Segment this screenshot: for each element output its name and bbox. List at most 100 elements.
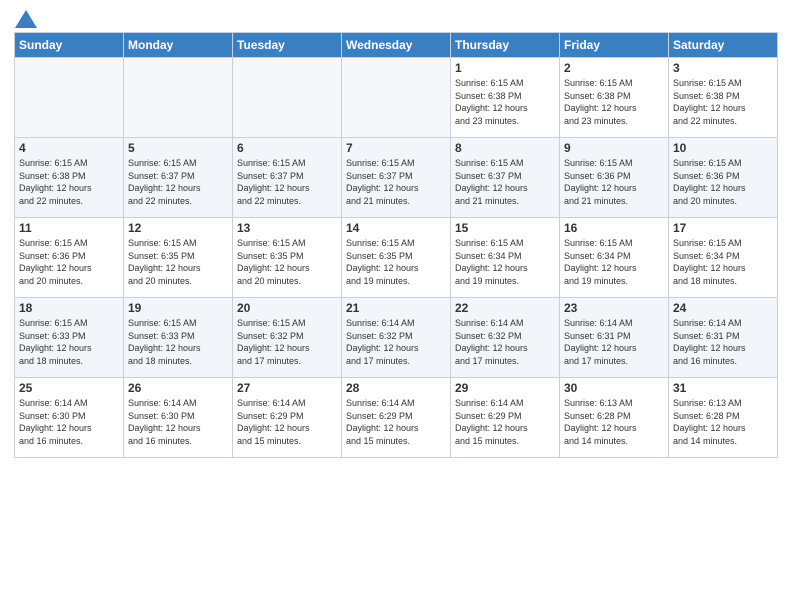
day-info: Sunrise: 6:14 AM Sunset: 6:32 PM Dayligh… <box>455 317 555 367</box>
day-number: 4 <box>19 141 119 155</box>
calendar-cell: 14 Sunrise: 6:15 AM Sunset: 6:35 PM Dayli… <box>342 218 451 298</box>
calendar-cell: 22 Sunrise: 6:14 AM Sunset: 6:32 PM Dayli… <box>451 298 560 378</box>
day-info: Sunrise: 6:14 AM Sunset: 6:32 PM Dayligh… <box>346 317 446 367</box>
day-number: 14 <box>346 221 446 235</box>
day-number: 7 <box>346 141 446 155</box>
day-info: Sunrise: 6:14 AM Sunset: 6:29 PM Dayligh… <box>346 397 446 447</box>
day-number: 24 <box>673 301 773 315</box>
calendar-cell: 25Sunrise: 6:14 AM Sunset: 6:30 PM Dayli… <box>15 378 124 458</box>
day-number: 5 <box>128 141 228 155</box>
calendar-cell: 5 Sunrise: 6:15 AM Sunset: 6:37 PM Daylig… <box>124 138 233 218</box>
calendar-cell <box>342 58 451 138</box>
calendar-cell: 6Sunrise: 6:15 AM Sunset: 6:37 PM Daylig… <box>233 138 342 218</box>
calendar-cell <box>15 58 124 138</box>
calendar-day-header: Tuesday <box>233 33 342 58</box>
calendar-week-row: 1 Sunrise: 6:15 AM Sunset: 6:38 PM Daylig… <box>15 58 778 138</box>
calendar-cell: 1 Sunrise: 6:15 AM Sunset: 6:38 PM Daylig… <box>451 58 560 138</box>
day-info: Sunrise: 6:15 AM Sunset: 6:34 PM Dayligh… <box>455 237 555 287</box>
calendar-cell <box>124 58 233 138</box>
calendar-day-header: Wednesday <box>342 33 451 58</box>
day-number: 28 <box>346 381 446 395</box>
day-number: 8 <box>455 141 555 155</box>
day-number: 25 <box>19 381 119 395</box>
day-info: Sunrise: 6:14 AM Sunset: 6:29 PM Dayligh… <box>455 397 555 447</box>
calendar-cell: 31 Sunrise: 6:13 AM Sunset: 6:28 PM Dayli… <box>669 378 778 458</box>
day-number: 3 <box>673 61 773 75</box>
calendar-day-header: Monday <box>124 33 233 58</box>
day-info: Sunrise: 6:14 AM Sunset: 6:29 PM Dayligh… <box>237 397 337 447</box>
day-info: Sunrise: 6:15 AM Sunset: 6:37 PM Dayligh… <box>346 157 446 207</box>
calendar-cell: 26Sunrise: 6:14 AM Sunset: 6:30 PM Dayli… <box>124 378 233 458</box>
calendar-table: SundayMondayTuesdayWednesdayThursdayFrid… <box>14 32 778 458</box>
day-number: 17 <box>673 221 773 235</box>
day-info: Sunrise: 6:15 AM Sunset: 6:38 PM Dayligh… <box>455 77 555 127</box>
day-number: 27 <box>237 381 337 395</box>
day-number: 29 <box>455 381 555 395</box>
calendar-cell: 23 Sunrise: 6:14 AM Sunset: 6:31 PM Dayli… <box>560 298 669 378</box>
calendar-cell: 16Sunrise: 6:15 AM Sunset: 6:34 PM Dayli… <box>560 218 669 298</box>
calendar-cell: 9 Sunrise: 6:15 AM Sunset: 6:36 PM Daylig… <box>560 138 669 218</box>
day-info: Sunrise: 6:15 AM Sunset: 6:38 PM Dayligh… <box>19 157 119 207</box>
calendar-day-header: Saturday <box>669 33 778 58</box>
calendar-cell: 12Sunrise: 6:15 AM Sunset: 6:35 PM Dayli… <box>124 218 233 298</box>
day-number: 11 <box>19 221 119 235</box>
calendar-cell: 19 Sunrise: 6:15 AM Sunset: 6:33 PM Dayli… <box>124 298 233 378</box>
calendar-cell: 20Sunrise: 6:15 AM Sunset: 6:32 PM Dayli… <box>233 298 342 378</box>
calendar-cell: 7 Sunrise: 6:15 AM Sunset: 6:37 PM Daylig… <box>342 138 451 218</box>
day-info: Sunrise: 6:15 AM Sunset: 6:32 PM Dayligh… <box>237 317 337 367</box>
calendar-cell: 30Sunrise: 6:13 AM Sunset: 6:28 PM Dayli… <box>560 378 669 458</box>
calendar-cell: 8 Sunrise: 6:15 AM Sunset: 6:37 PM Daylig… <box>451 138 560 218</box>
day-info: Sunrise: 6:15 AM Sunset: 6:35 PM Dayligh… <box>237 237 337 287</box>
calendar-cell: 3 Sunrise: 6:15 AM Sunset: 6:38 PM Daylig… <box>669 58 778 138</box>
calendar-cell: 18 Sunrise: 6:15 AM Sunset: 6:33 PM Dayli… <box>15 298 124 378</box>
day-number: 31 <box>673 381 773 395</box>
calendar-day-header: Sunday <box>15 33 124 58</box>
calendar-cell: 11 Sunrise: 6:15 AM Sunset: 6:36 PM Dayli… <box>15 218 124 298</box>
calendar-cell: 27 Sunrise: 6:14 AM Sunset: 6:29 PM Dayli… <box>233 378 342 458</box>
calendar-cell: 4 Sunrise: 6:15 AM Sunset: 6:38 PM Daylig… <box>15 138 124 218</box>
day-number: 18 <box>19 301 119 315</box>
day-info: Sunrise: 6:15 AM Sunset: 6:38 PM Dayligh… <box>564 77 664 127</box>
day-number: 12 <box>128 221 228 235</box>
calendar-cell: 21 Sunrise: 6:14 AM Sunset: 6:32 PM Dayli… <box>342 298 451 378</box>
day-number: 19 <box>128 301 228 315</box>
calendar-week-row: 18 Sunrise: 6:15 AM Sunset: 6:33 PM Dayli… <box>15 298 778 378</box>
day-info: Sunrise: 6:15 AM Sunset: 6:36 PM Dayligh… <box>19 237 119 287</box>
calendar-week-row: 4 Sunrise: 6:15 AM Sunset: 6:38 PM Daylig… <box>15 138 778 218</box>
main-container: SundayMondayTuesdayWednesdayThursdayFrid… <box>0 0 792 468</box>
calendar-day-header: Friday <box>560 33 669 58</box>
day-info: Sunrise: 6:15 AM Sunset: 6:34 PM Dayligh… <box>673 237 773 287</box>
day-info: Sunrise: 6:15 AM Sunset: 6:38 PM Dayligh… <box>673 77 773 127</box>
day-info: Sunrise: 6:15 AM Sunset: 6:37 PM Dayligh… <box>237 157 337 207</box>
day-info: Sunrise: 6:15 AM Sunset: 6:37 PM Dayligh… <box>128 157 228 207</box>
calendar-cell: 15 Sunrise: 6:15 AM Sunset: 6:34 PM Dayli… <box>451 218 560 298</box>
page-header <box>14 10 778 24</box>
calendar-cell: 13 Sunrise: 6:15 AM Sunset: 6:35 PM Dayli… <box>233 218 342 298</box>
calendar-cell: 17 Sunrise: 6:15 AM Sunset: 6:34 PM Dayli… <box>669 218 778 298</box>
day-number: 23 <box>564 301 664 315</box>
calendar-cell: 10Sunrise: 6:15 AM Sunset: 6:36 PM Dayli… <box>669 138 778 218</box>
day-info: Sunrise: 6:14 AM Sunset: 6:31 PM Dayligh… <box>673 317 773 367</box>
day-info: Sunrise: 6:14 AM Sunset: 6:30 PM Dayligh… <box>128 397 228 447</box>
day-info: Sunrise: 6:15 AM Sunset: 6:37 PM Dayligh… <box>455 157 555 207</box>
day-number: 21 <box>346 301 446 315</box>
day-number: 13 <box>237 221 337 235</box>
day-info: Sunrise: 6:15 AM Sunset: 6:33 PM Dayligh… <box>19 317 119 367</box>
calendar-cell: 24 Sunrise: 6:14 AM Sunset: 6:31 PM Dayli… <box>669 298 778 378</box>
day-number: 10 <box>673 141 773 155</box>
calendar-day-header: Thursday <box>451 33 560 58</box>
day-info: Sunrise: 6:13 AM Sunset: 6:28 PM Dayligh… <box>673 397 773 447</box>
day-number: 22 <box>455 301 555 315</box>
day-info: Sunrise: 6:15 AM Sunset: 6:36 PM Dayligh… <box>564 157 664 207</box>
day-info: Sunrise: 6:14 AM Sunset: 6:31 PM Dayligh… <box>564 317 664 367</box>
day-info: Sunrise: 6:15 AM Sunset: 6:35 PM Dayligh… <box>346 237 446 287</box>
calendar-header-row: SundayMondayTuesdayWednesdayThursdayFrid… <box>15 33 778 58</box>
logo-icon <box>15 10 37 28</box>
day-number: 15 <box>455 221 555 235</box>
day-number: 9 <box>564 141 664 155</box>
calendar-cell <box>233 58 342 138</box>
day-number: 1 <box>455 61 555 75</box>
calendar-week-row: 11 Sunrise: 6:15 AM Sunset: 6:36 PM Dayli… <box>15 218 778 298</box>
day-info: Sunrise: 6:15 AM Sunset: 6:33 PM Dayligh… <box>128 317 228 367</box>
logo <box>14 10 37 24</box>
